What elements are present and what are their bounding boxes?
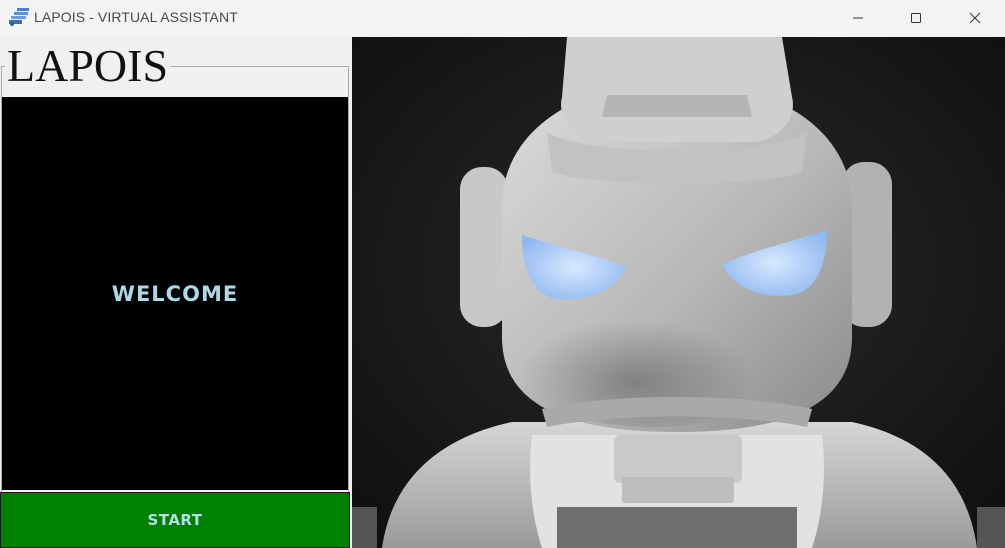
title-bar[interactable]: LAPOIS - VIRTUAL ASSISTANT (0, 0, 1005, 37)
minimize-button[interactable] (829, 0, 887, 37)
welcome-display: WELCOME (2, 97, 348, 490)
left-panel: LAPOIS WELCOME START (0, 37, 352, 548)
welcome-text: WELCOME (111, 281, 239, 306)
maximize-button[interactable] (887, 0, 945, 37)
close-button[interactable] (946, 0, 1004, 37)
window-title: LAPOIS - VIRTUAL ASSISTANT (34, 9, 238, 25)
maximize-icon (910, 9, 922, 28)
close-icon (969, 9, 981, 28)
group-title: LAPOIS (5, 37, 171, 95)
robot-image (352, 37, 1005, 548)
start-button[interactable]: START (0, 492, 350, 548)
assistant-app-icon (8, 7, 30, 27)
minimize-icon (852, 9, 864, 28)
app-window: LAPOIS - VIRTUAL ASSISTANT LAPOIS WELCOM… (0, 0, 1005, 548)
start-button-label: START (147, 511, 203, 529)
